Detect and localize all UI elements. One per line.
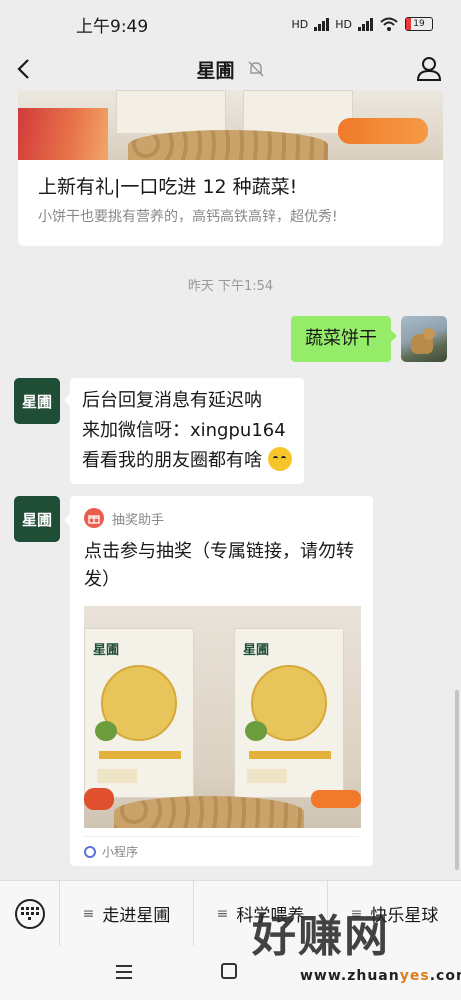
home-icon[interactable] [221,963,237,979]
status-bar: 上午9:49 HD HD 19 [0,0,461,48]
menu-list-icon: ≡ [82,905,95,922]
keyboard-toggle[interactable] [0,880,60,947]
product-box-logo-2: 星圃 [243,643,270,658]
bot-line-2: 来加微信呀：xingpu164 [82,420,286,441]
menu-list-icon: ≡ [216,905,229,922]
bot-message-bubble[interactable]: 后台回复消息有延迟呐 来加微信呀：xingpu164 看看我的朋友圈都有啥 [64,378,304,484]
battery-level: 19 [413,19,425,29]
article-description: 小饼干也要挑有营养的，高钙高铁高锌，超优秀! [38,209,338,225]
bot-line-3: 看看我的朋友圈都有啥 [82,446,292,476]
keyboard-icon [14,898,45,929]
status-icons: HD HD 19 [291,16,433,32]
bot-line-3-text: 看看我的朋友圈都有啥 [82,450,262,471]
my-message-row: 蔬菜饼干 [291,316,447,362]
watermark-url-pre: www.zhuan [300,968,400,984]
menu-item-intro[interactable]: ≡ 走进星圃 [60,880,194,947]
bot-avatar[interactable]: 星圃 [14,378,60,424]
article-cover-image [18,90,443,160]
article-card[interactable]: 上新有礼|一口吃进 12 种蔬菜! 小饼干也要挑有营养的，高钙高铁高锌，超优秀! [18,90,443,246]
mini-program-card[interactable]: 抽奖助手 点击参与抽奖（专属链接，请勿转发） 星圃 星圃 小程序 [64,496,373,866]
mini-program-source-label: 抽奖助手 [112,512,165,528]
hd-label-2: HD [335,17,352,31]
service-menu-bar: ≡ 走进星圃 ≡ 科学喂养 ≡ 快乐星球 [0,880,461,947]
back-arrow-icon[interactable] [10,54,40,84]
scrollbar[interactable] [455,690,459,870]
signal-icon-2 [358,17,373,31]
watermark-url-post: .com [429,968,461,984]
watermark-url: www.zhuanyes.com [300,968,461,984]
signal-icon [314,17,330,31]
product-box-logo: 星圃 [93,643,120,658]
gift-icon [84,508,104,528]
smile-emoji-icon [267,447,292,471]
user-profile-icon[interactable] [415,54,443,82]
mini-program-footer-label: 小程序 [102,845,139,859]
hd-label: HD [291,17,309,31]
crackers-plate [114,796,304,828]
menu-item-intro-label: 走进星圃 [102,906,171,926]
chat-header: 星圃 [0,48,461,90]
product-box: 星圃 [84,628,194,798]
watermark-logo: 好赚网 [252,911,390,962]
timestamp: 昨天 下午1:54 [187,279,274,294]
mute-bell-icon [247,61,264,77]
mini-program-cover-image: 星圃 星圃 [84,606,361,828]
watermark-url-mid: yes [399,968,430,984]
my-message-bubble[interactable]: 蔬菜饼干 [291,316,397,362]
clock: 上午9:49 [76,16,149,37]
mini-program-footer: 小程序 [84,836,359,866]
bot-avatar-2[interactable]: 星圃 [14,496,60,542]
my-avatar[interactable] [401,316,447,362]
mini-program-source: 抽奖助手 [70,496,373,528]
product-box-2: 星圃 [234,628,344,798]
chat-title: 星圃 [196,59,235,82]
bot-line-1: 后台回复消息有延迟呐 [82,390,262,411]
article-title: 上新有礼|一口吃进 12 种蔬菜! [38,176,298,198]
recent-apps-icon[interactable] [116,965,132,979]
wifi-icon [380,17,398,31]
mini-program-title: 点击参与抽奖（专属链接，请勿转发） [84,541,354,590]
battery-icon: 19 [405,17,433,31]
mini-program-icon [84,845,96,858]
